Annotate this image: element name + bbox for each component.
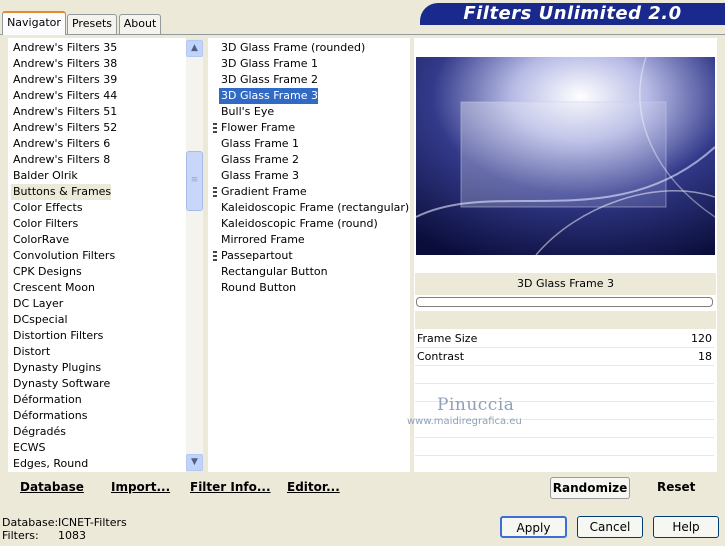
category-scrollbar[interactable]: ▲ ≡ ▼ bbox=[186, 40, 203, 471]
category-item[interactable]: Andrew's Filters 51 bbox=[11, 104, 117, 120]
watermark-name: Pinuccia bbox=[437, 395, 515, 415]
randomize-button[interactable]: Randomize bbox=[550, 477, 630, 499]
filters-count-label: Filters: bbox=[2, 529, 39, 542]
filter-item[interactable]: Bull's Eye bbox=[219, 104, 274, 120]
grip-icon bbox=[213, 123, 217, 133]
category-item[interactable]: Buttons & Frames bbox=[11, 184, 112, 200]
category-item[interactable]: ColorRave bbox=[11, 232, 69, 248]
grip-icon bbox=[213, 251, 217, 261]
category-item[interactable]: CPK Designs bbox=[11, 264, 82, 280]
filter-item[interactable]: 3D Glass Frame (rounded) bbox=[219, 40, 365, 56]
watermark-url: www.maidiregrafica.eu bbox=[407, 416, 522, 427]
category-list[interactable]: Andrew's Filters 35 Andrew's Filters 38 An… bbox=[8, 38, 186, 472]
category-item[interactable]: Color Filters bbox=[11, 216, 78, 232]
category-item[interactable]: ECWS bbox=[11, 440, 46, 456]
filter-item[interactable]: Glass Frame 1 bbox=[219, 136, 299, 152]
help-button[interactable]: Help bbox=[653, 516, 719, 538]
scrollbar-thumb[interactable]: ≡ bbox=[186, 151, 203, 211]
import-button[interactable]: Import... bbox=[111, 480, 170, 494]
category-item[interactable]: Distortion Filters bbox=[11, 328, 103, 344]
editor-button[interactable]: Editor... bbox=[287, 480, 340, 494]
filter-item[interactable]: Flower Frame bbox=[219, 120, 295, 136]
filter-item[interactable]: Kaleidoscopic Frame (rectangular) bbox=[219, 200, 409, 216]
filter-item[interactable]: Round Button bbox=[219, 280, 296, 296]
filter-item[interactable]: Glass Frame 2 bbox=[219, 152, 299, 168]
filter-preview-image bbox=[416, 57, 715, 255]
category-item[interactable]: Andrew's Filters 8 bbox=[11, 152, 110, 168]
filter-info-button[interactable]: Filter Info... bbox=[190, 480, 271, 494]
filter-item[interactable]: 3D Glass Frame 2 bbox=[219, 72, 318, 88]
chevron-up-icon[interactable]: ▲ bbox=[186, 40, 203, 57]
param-value[interactable]: 120 bbox=[691, 330, 712, 348]
category-item[interactable]: Balder Olrik bbox=[11, 168, 78, 184]
category-item[interactable]: Andrew's Filters 39 bbox=[11, 72, 117, 88]
param-row[interactable]: Contrast 18 bbox=[415, 348, 714, 366]
category-item[interactable]: Crescent Moon bbox=[11, 280, 95, 296]
category-item[interactable]: Distort bbox=[11, 344, 50, 360]
chevron-down-icon[interactable]: ▼ bbox=[186, 454, 203, 471]
category-item[interactable]: Dégradés bbox=[11, 424, 66, 440]
tab-presets[interactable]: Presets bbox=[67, 14, 117, 34]
category-item[interactable]: Edges, Round bbox=[11, 456, 88, 472]
filter-item[interactable]: Gradient Frame bbox=[219, 184, 307, 200]
filter-item[interactable]: Mirrored Frame bbox=[219, 232, 305, 248]
param-row-empty bbox=[415, 366, 714, 384]
param-label: Contrast bbox=[417, 350, 465, 363]
tab-about[interactable]: About bbox=[119, 14, 161, 34]
category-item[interactable]: Déformations bbox=[11, 408, 87, 424]
apply-button[interactable]: Apply bbox=[500, 516, 567, 538]
category-item[interactable]: DCspecial bbox=[11, 312, 68, 328]
filter-item[interactable]: Kaleidoscopic Frame (round) bbox=[219, 216, 378, 232]
database-value: ICNET-Filters bbox=[58, 516, 127, 529]
category-item[interactable]: Andrew's Filters 35 bbox=[11, 40, 117, 56]
app-title: Filters Unlimited 2.0 bbox=[463, 3, 682, 24]
grip-icon bbox=[213, 187, 217, 197]
category-item[interactable]: Dynasty Plugins bbox=[11, 360, 101, 376]
category-item[interactable]: Andrew's Filters 6 bbox=[11, 136, 110, 152]
category-item[interactable]: Convolution Filters bbox=[11, 248, 115, 264]
progress-bar bbox=[416, 297, 713, 307]
database-button[interactable]: Database bbox=[20, 480, 84, 494]
filter-item[interactable]: 3D Glass Frame 1 bbox=[219, 56, 318, 72]
tab-navigator[interactable]: Navigator bbox=[2, 11, 66, 35]
param-row[interactable]: Frame Size 120 bbox=[415, 330, 714, 348]
cancel-button[interactable]: Cancel bbox=[577, 516, 643, 538]
filter-item[interactable]: Glass Frame 3 bbox=[219, 168, 299, 184]
title-banner: Filters Unlimited 2.0 bbox=[420, 3, 725, 25]
category-item[interactable]: Déformation bbox=[11, 392, 82, 408]
tab-divider bbox=[0, 34, 725, 35]
param-label: Frame Size bbox=[417, 332, 478, 345]
param-value[interactable]: 18 bbox=[698, 348, 712, 366]
database-label: Database: bbox=[2, 516, 59, 529]
param-row-empty bbox=[415, 438, 714, 456]
category-item[interactable]: DC Layer bbox=[11, 296, 63, 312]
param-header bbox=[415, 311, 716, 329]
filter-item[interactable]: 3D Glass Frame 3 bbox=[219, 88, 319, 104]
category-item[interactable]: Andrew's Filters 38 bbox=[11, 56, 117, 72]
category-item[interactable]: Color Effects bbox=[11, 200, 83, 216]
filter-list[interactable]: 3D Glass Frame (rounded) 3D Glass Frame 1… bbox=[208, 38, 410, 472]
category-item[interactable]: Dynasty Software bbox=[11, 376, 110, 392]
filter-item[interactable]: Passepartout bbox=[219, 248, 293, 264]
filter-item[interactable]: Rectangular Button bbox=[219, 264, 328, 280]
filters-count-value: 1083 bbox=[58, 529, 86, 542]
preview-filter-name: 3D Glass Frame 3 bbox=[415, 273, 716, 295]
category-item[interactable]: Andrew's Filters 44 bbox=[11, 88, 117, 104]
reset-button[interactable]: Reset bbox=[657, 480, 695, 494]
category-item[interactable]: Andrew's Filters 52 bbox=[11, 120, 117, 136]
